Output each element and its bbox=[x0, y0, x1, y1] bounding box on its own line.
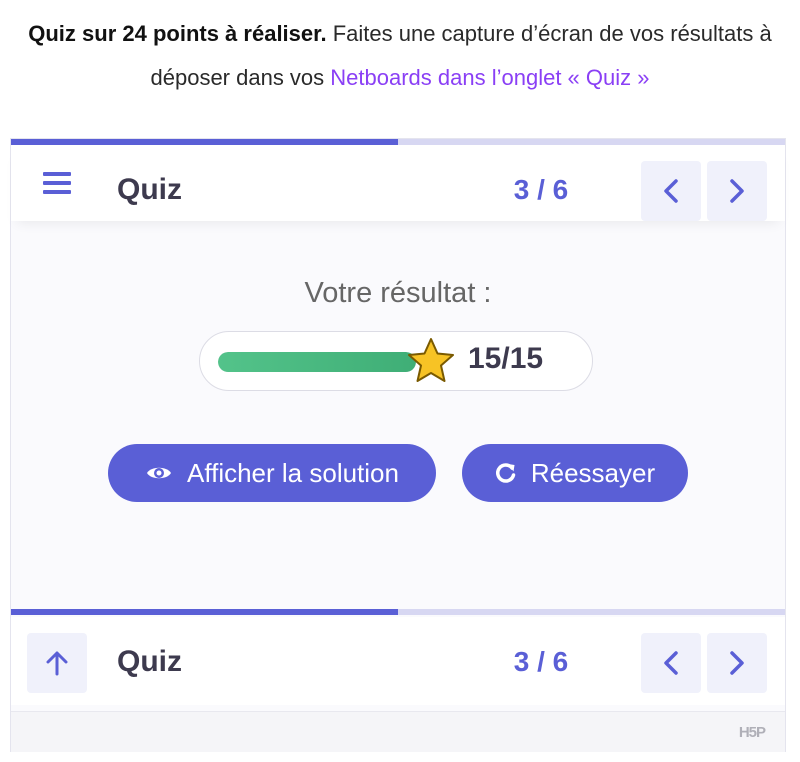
h5p-quiz-container: Quiz 3 / 6 Votre résultat : 15/15 Affich… bbox=[10, 138, 786, 752]
intro-bold: Quiz sur 24 points à réaliser. bbox=[28, 21, 327, 46]
footer-next-button[interactable] bbox=[707, 633, 767, 693]
intro-text: Quiz sur 24 points à réaliser. Faites un… bbox=[0, 12, 800, 100]
arrow-up-icon bbox=[46, 651, 68, 676]
score-fill bbox=[218, 352, 416, 372]
retry-button[interactable]: Réessayer bbox=[462, 444, 688, 502]
bottom-progress-bar bbox=[11, 609, 785, 615]
h5p-logo[interactable]: H5P bbox=[739, 724, 766, 741]
footer-previous-button[interactable] bbox=[641, 633, 701, 693]
refresh-icon bbox=[495, 463, 516, 483]
score-value: 15/15 bbox=[468, 342, 544, 375]
menu-button[interactable] bbox=[27, 153, 87, 213]
chevron-left-icon bbox=[664, 651, 678, 675]
result-label: Votre résultat : bbox=[304, 277, 492, 309]
bottom-nav-bar: Quiz 3 / 6 bbox=[11, 617, 785, 705]
previous-button[interactable] bbox=[641, 161, 701, 221]
chevron-left-icon bbox=[664, 179, 678, 203]
chevron-right-icon bbox=[730, 651, 744, 675]
footer-page-counter: 3 / 6 bbox=[513, 646, 569, 677]
h5p-footer: H5P bbox=[11, 711, 785, 752]
score-track bbox=[218, 352, 416, 372]
top-nav-bar: Quiz 3 / 6 bbox=[11, 145, 785, 221]
scroll-up-button[interactable] bbox=[27, 633, 87, 693]
star-icon bbox=[408, 338, 454, 382]
quiz-title: Quiz bbox=[117, 173, 182, 206]
eye-icon bbox=[147, 467, 171, 479]
next-button[interactable] bbox=[707, 161, 767, 221]
footer-quiz-title: Quiz bbox=[117, 645, 182, 678]
bottom-progress-fill bbox=[11, 609, 398, 615]
score-bar: 15/15 bbox=[199, 331, 593, 391]
hamburger-icon bbox=[43, 172, 71, 194]
retry-label: Réessayer bbox=[530, 457, 656, 488]
show-solution-button[interactable]: Afficher la solution bbox=[108, 444, 436, 502]
netboards-link[interactable]: Netboards dans l’onglet « Quiz » bbox=[330, 65, 649, 90]
chevron-right-icon bbox=[730, 179, 744, 203]
page-counter: 3 / 6 bbox=[513, 174, 569, 205]
show-solution-label: Afficher la solution bbox=[187, 457, 399, 488]
